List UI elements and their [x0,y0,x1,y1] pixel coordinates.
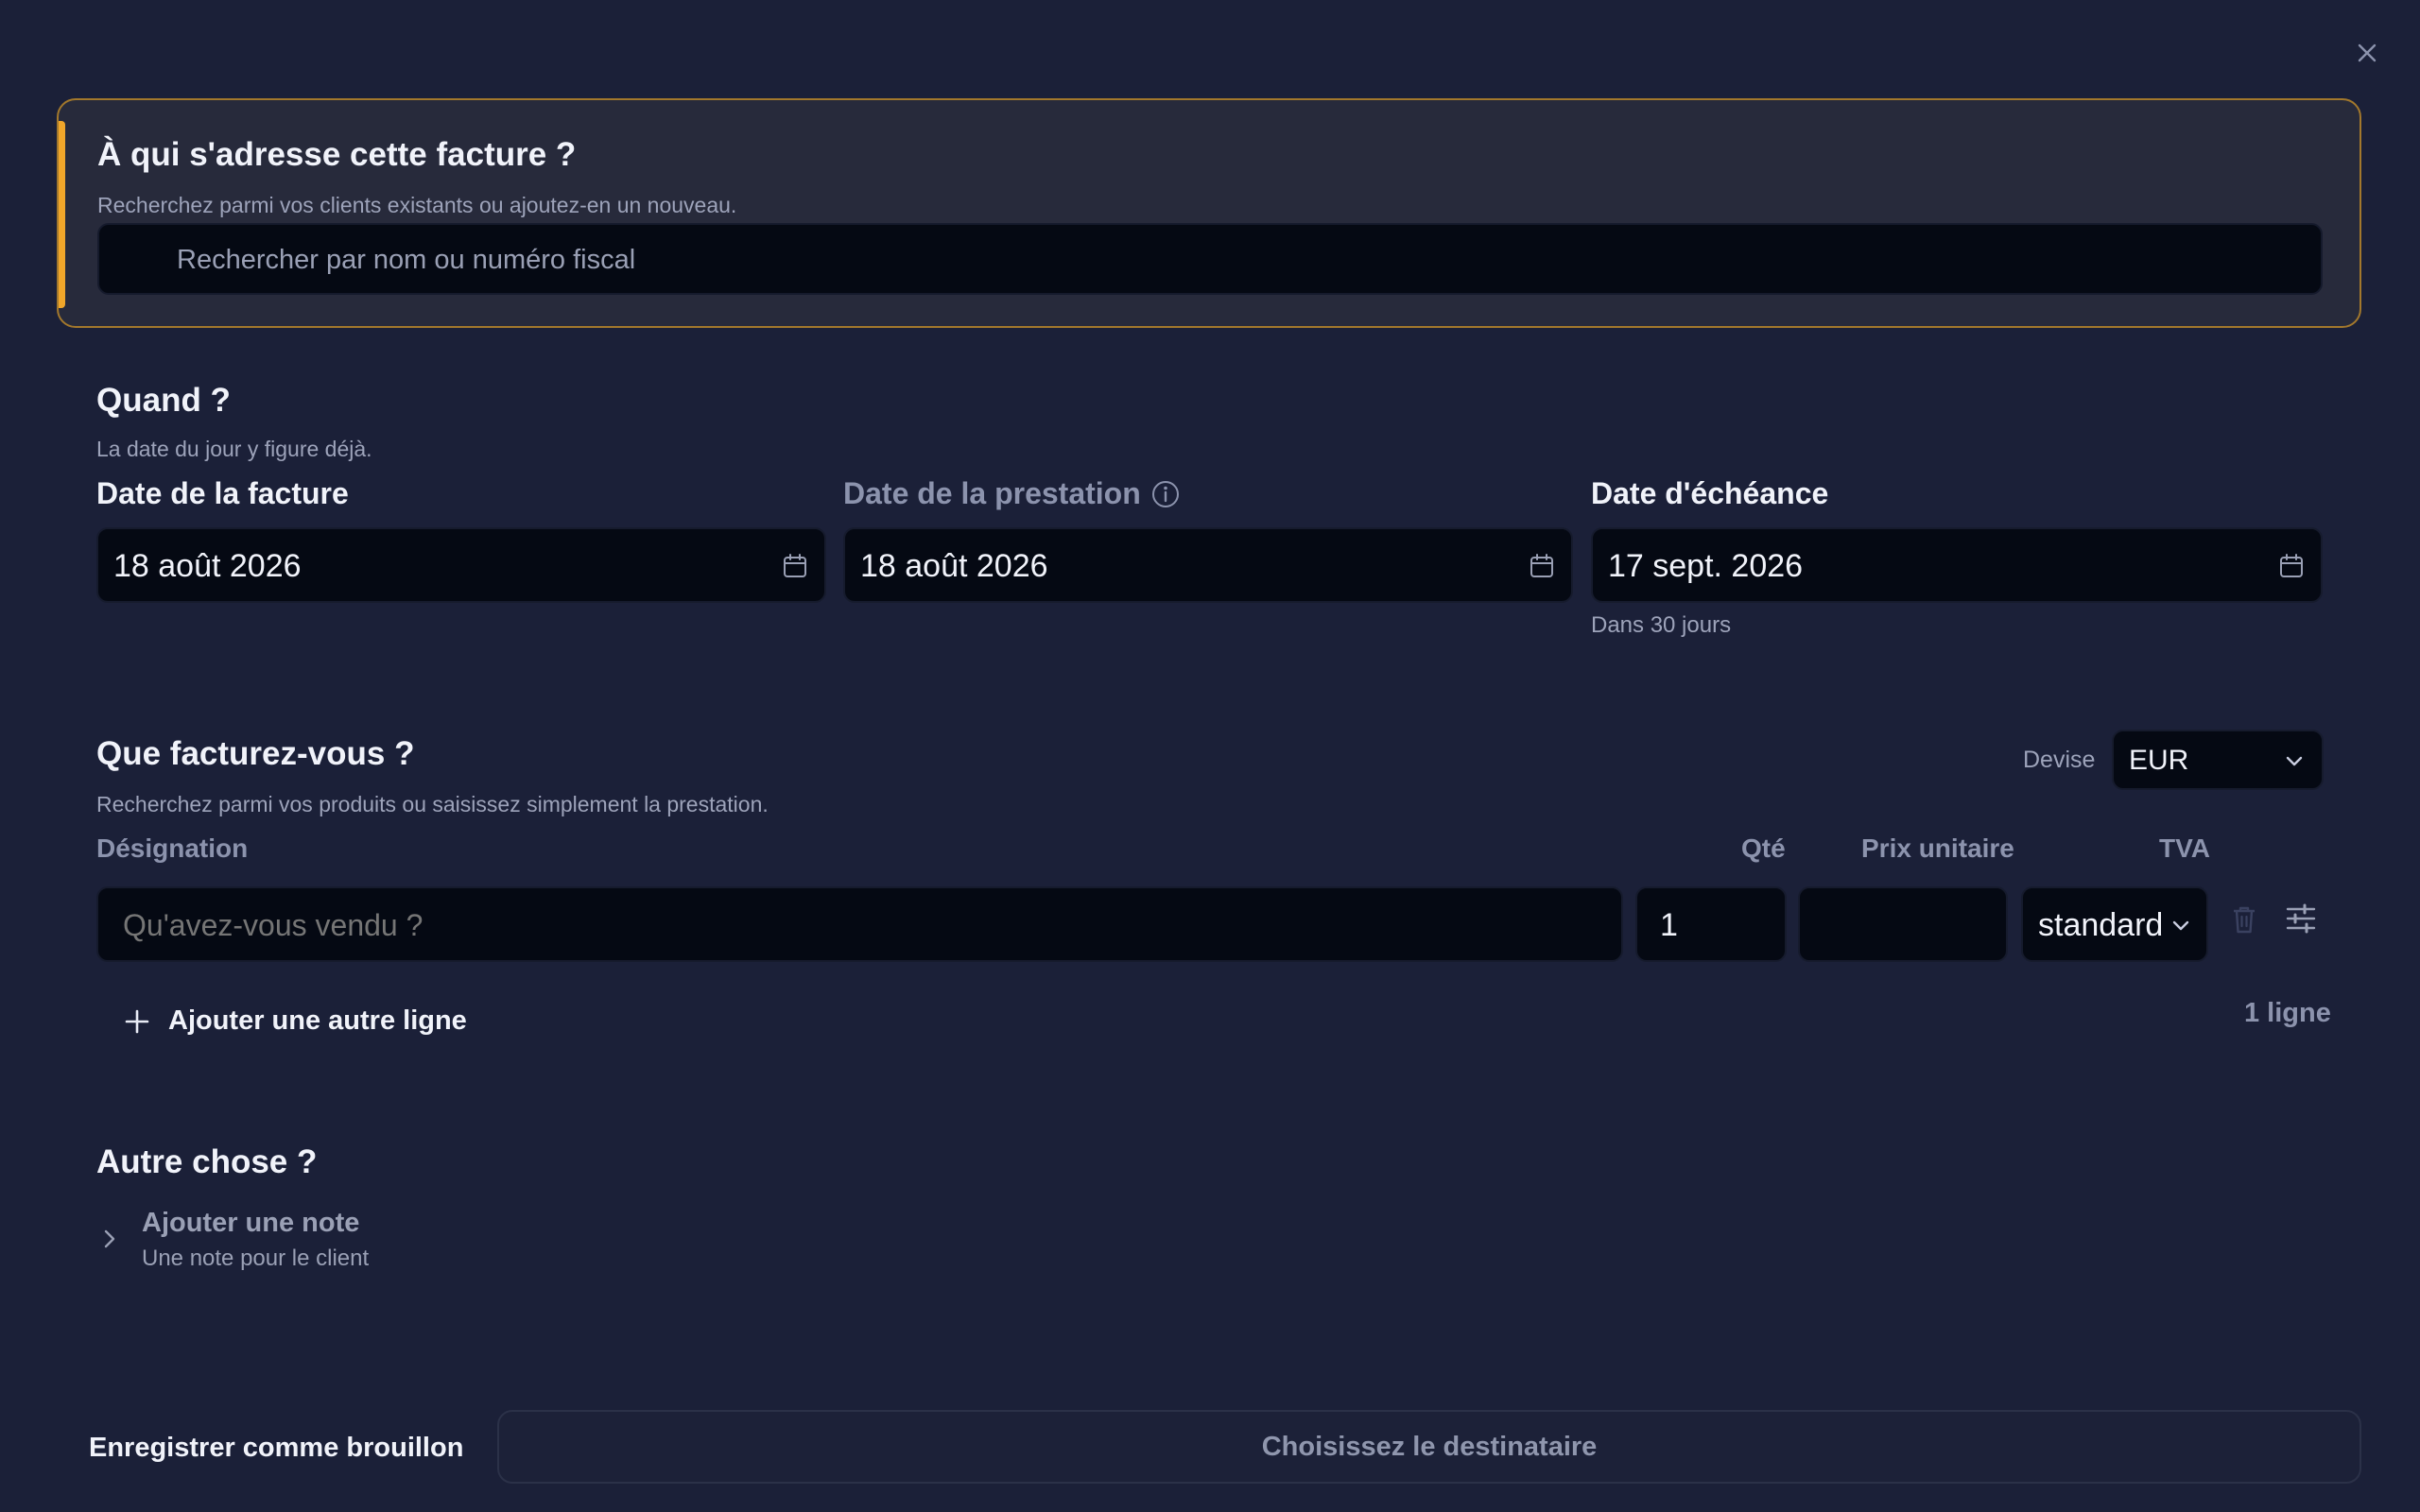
vat-value: standard [2038,907,2164,943]
recipient-search-box [97,223,2323,295]
line-count: 1 ligne [2244,998,2331,1028]
add-line-button[interactable]: Ajouter une autre ligne [123,1005,467,1037]
invoice-date-value: 18 août 2026 [113,548,302,584]
recipient-title: À qui s'adresse cette facture ? [97,136,577,173]
quantity-field[interactable]: 1 [1635,886,1787,962]
when-title: Quand ? [96,382,231,419]
chevron-down-icon [2286,756,2303,766]
invoice-date-label: Date de la facture [96,476,349,510]
info-icon[interactable] [1150,479,1181,509]
calendar-icon[interactable] [2277,552,2306,580]
recipient-subtitle: Recherchez parmi vos clients existants o… [97,193,737,217]
save-draft-button[interactable]: Enregistrer comme brouillon [89,1433,463,1464]
chevron-down-icon [2172,920,2189,931]
currency-label: Devise [2023,747,2096,773]
calendar-icon[interactable] [781,552,809,580]
service-date-label-group: Date de la prestation [843,476,1181,511]
service-date-value: 18 août 2026 [860,548,1048,584]
close-button[interactable] [2352,38,2382,68]
close-icon [2358,43,2377,62]
designation-field [96,886,1623,962]
due-date-label: Date d'échéance [1591,476,1829,510]
when-subtitle: La date du jour y figure déjà. [96,437,372,461]
add-note-subtitle: Une note pour le client [142,1246,370,1271]
choose-recipient-button[interactable]: Choisissez le destinataire [497,1410,2361,1484]
calendar-icon[interactable] [1528,552,1556,580]
due-date-hint: Dans 30 jours [1591,612,1732,638]
items-title: Que facturez-vous ? [96,735,415,772]
col-vat: TVA [2159,833,2210,863]
currency-select[interactable]: EUR [2112,730,2324,790]
other-title: Autre chose ? [96,1143,318,1180]
recipient-search-input[interactable] [175,225,2258,295]
service-date-field[interactable]: 18 août 2026 [843,527,1573,603]
add-line-label: Ajouter une autre ligne [168,1005,467,1036]
chevron-right-icon [104,1229,115,1248]
items-subtitle: Recherchez parmi vos produits ou saisiss… [96,792,769,816]
col-designation: Désignation [96,833,249,863]
currency-value: EUR [2129,745,2189,776]
due-date-field[interactable]: 17 sept. 2026 [1591,527,2323,603]
section-accent-bar [59,121,65,308]
unit-price-field[interactable] [1798,886,2008,962]
col-unit-price: Prix unitaire [1861,833,2014,863]
add-note-toggle[interactable]: Ajouter une note Une note pour le client [96,1206,437,1272]
recipient-section: À qui s'adresse cette facture ? Recherch… [57,98,2361,328]
add-note-title: Ajouter une note [142,1208,360,1238]
vat-select[interactable]: standard [2021,886,2208,962]
designation-input[interactable] [121,888,1599,962]
trash-icon[interactable] [2229,903,2259,936]
service-date-label: Date de la prestation [843,476,1141,510]
col-qty: Qté [1741,833,1786,863]
plus-icon [125,1009,149,1033]
quantity-value: 1 [1660,907,1678,943]
invoice-date-field[interactable]: 18 août 2026 [96,527,826,603]
sliders-icon[interactable] [2284,902,2318,936]
due-date-value: 17 sept. 2026 [1608,548,1804,584]
